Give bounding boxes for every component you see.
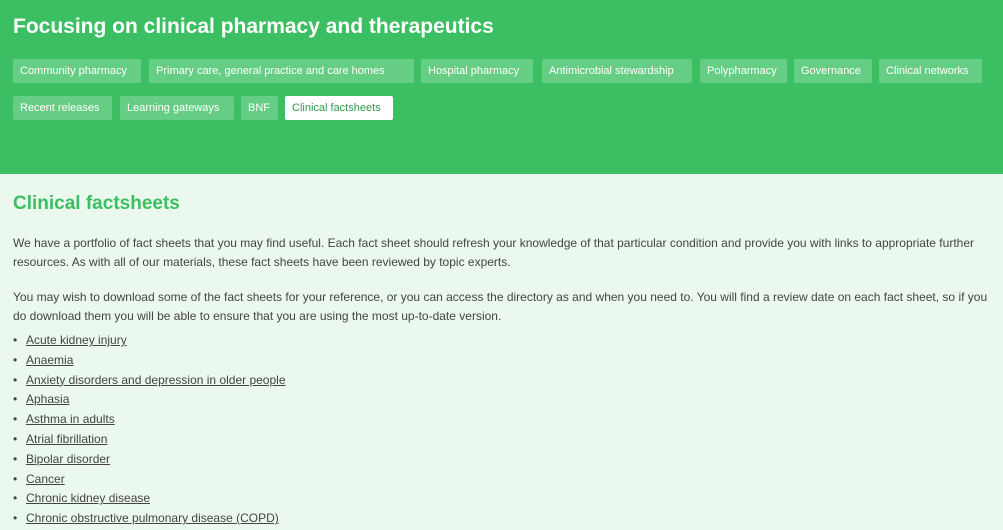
nav-chip-polypharmacy[interactable]: Polypharmacy: [700, 59, 787, 83]
download-paragraph: You may wish to download some of the fac…: [13, 290, 988, 323]
bullet-icon: •: [13, 511, 18, 526]
bullet-icon: •: [13, 352, 18, 367]
nav-chip-recent-releases[interactable]: Recent releases: [13, 96, 112, 120]
site-header: Focusing on clinical pharmacy and therap…: [0, 0, 1003, 174]
factsheet-link-asthma-in-adults[interactable]: Asthma in adults: [26, 412, 115, 426]
list-item: • Asthma in adults: [13, 410, 286, 430]
nav-chip-hospital-pharmacy[interactable]: Hospital pharmacy: [421, 59, 533, 83]
factsheet-link-cancer[interactable]: Cancer: [26, 472, 65, 486]
bullet-icon: •: [13, 412, 18, 427]
bullet-icon: •: [13, 451, 18, 466]
nav-chip-clinical-networks[interactable]: Clinical networks: [879, 59, 982, 83]
nav-chip-bnf[interactable]: BNF: [241, 96, 278, 120]
bullet-icon: •: [13, 471, 18, 486]
bullet-icon: •: [13, 372, 18, 387]
factsheet-link-atrial-fibrillation[interactable]: Atrial fibrillation: [26, 432, 107, 446]
factsheet-link-acute-kidney-injury[interactable]: Acute kidney injury: [26, 333, 127, 347]
page-title: Clinical factsheets: [13, 193, 180, 214]
list-item: • Anxiety disorders and depression in ol…: [13, 371, 286, 391]
factsheet-link-anxiety-depression[interactable]: Anxiety disorders and depression in olde…: [26, 373, 286, 387]
factsheet-link-chronic-kidney-disease[interactable]: Chronic kidney disease: [26, 491, 150, 505]
header-title: Focusing on clinical pharmacy and therap…: [13, 15, 494, 38]
intro-paragraph: We have a portfolio of fact sheets that …: [13, 236, 974, 269]
list-item: • Chronic obstructive pulmonary disease …: [13, 509, 286, 529]
list-item: • Chronic kidney disease: [13, 489, 286, 509]
list-item: • Aphasia: [13, 390, 286, 410]
nav-chip-learning-gateways[interactable]: Learning gateways: [120, 96, 234, 120]
nav-chip-antimicrobial-stewardship[interactable]: Antimicrobial stewardship: [542, 59, 692, 83]
list-item: • Anaemia: [13, 351, 286, 371]
list-item: • Acute kidney injury: [13, 331, 286, 351]
nav-chip-community-pharmacy[interactable]: Community pharmacy: [13, 59, 141, 83]
nav-chip-clinical-factsheets[interactable]: Clinical factsheets: [285, 96, 393, 120]
factsheet-link-bipolar-disorder[interactable]: Bipolar disorder: [26, 452, 110, 466]
list-item: • Cancer: [13, 470, 286, 490]
nav-chip-primary-care[interactable]: Primary care, general practice and care …: [149, 59, 414, 83]
bullet-icon: •: [13, 431, 18, 446]
list-item: • Atrial fibrillation: [13, 430, 286, 450]
nav-chip-governance[interactable]: Governance: [794, 59, 872, 83]
factsheet-link-aphasia[interactable]: Aphasia: [26, 392, 69, 406]
factsheet-link-copd[interactable]: Chronic obstructive pulmonary disease (C…: [26, 511, 279, 525]
factsheet-link-anaemia[interactable]: Anaemia: [26, 353, 73, 367]
bullet-icon: •: [13, 392, 18, 407]
bullet-icon: •: [13, 333, 18, 347]
list-item: • Bipolar disorder: [13, 450, 286, 470]
bullet-icon: •: [13, 491, 18, 506]
factsheet-list: • Acute kidney injury • Anaemia • Anxiet…: [13, 331, 286, 529]
